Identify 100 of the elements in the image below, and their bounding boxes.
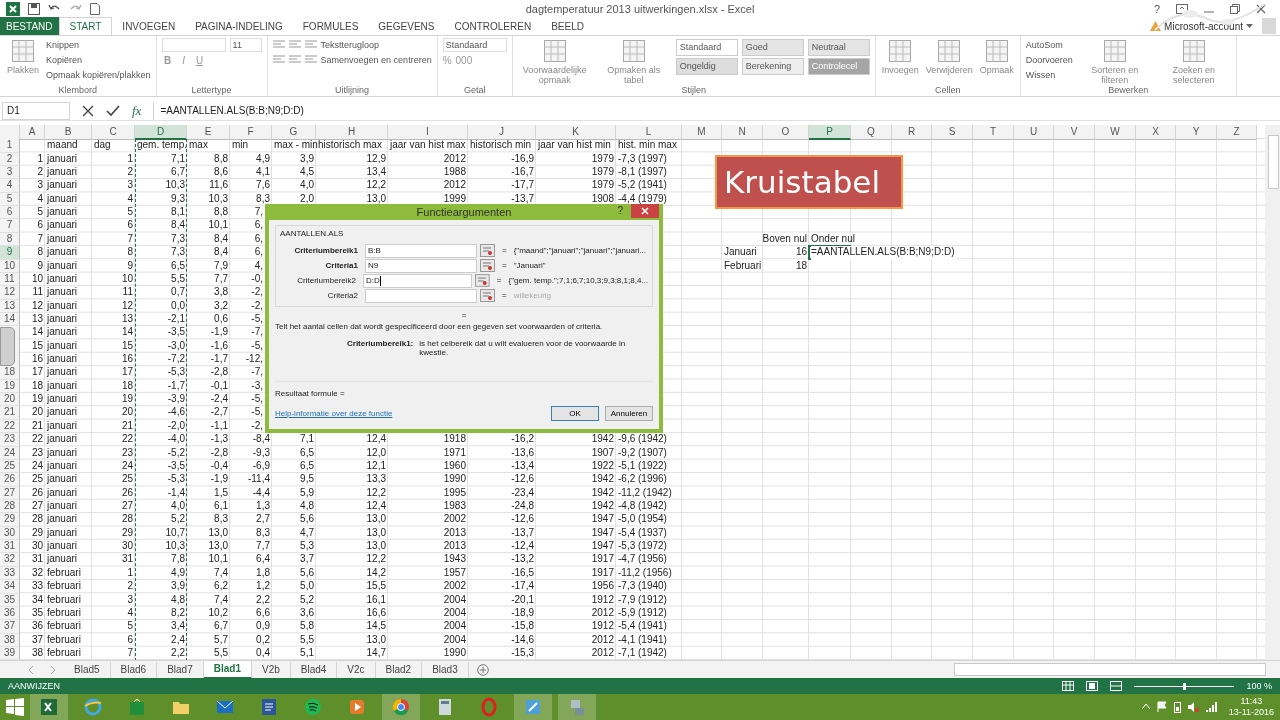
row-header[interactable]: 34: [0, 580, 20, 594]
range-picker-icon[interactable]: [480, 259, 495, 272]
row-header[interactable]: 4: [0, 179, 20, 193]
help-button[interactable]: ?: [1153, 2, 1160, 15]
ribbon-command[interactable]: Wissen: [1025, 70, 1056, 81]
column-header[interactable]: H: [316, 125, 388, 141]
sheet-tab[interactable]: Blad5: [64, 661, 111, 678]
account-menu[interactable]: Microsoft-account: [1164, 17, 1243, 35]
sheet-tab[interactable]: V2c: [337, 661, 376, 678]
zoom-thumb[interactable]: [1183, 682, 1187, 690]
column-header[interactable]: X: [1136, 125, 1176, 141]
row-header[interactable]: 18: [0, 366, 20, 380]
range-picker-icon[interactable]: [475, 274, 490, 287]
ribbon-command[interactable]: Zoeken en selecteren: [1156, 37, 1231, 85]
row-header[interactable]: 21: [0, 406, 20, 420]
ribbon-command[interactable]: Tekstterugloop: [320, 40, 380, 51]
column-header[interactable]: E: [187, 125, 230, 141]
column-header[interactable]: M: [682, 125, 722, 141]
add-sheet-icon[interactable]: [476, 663, 489, 676]
ribbon-tab[interactable]: CONTROLEREN: [444, 17, 542, 35]
ribbon-command[interactable]: Plakken: [5, 37, 41, 85]
row-header[interactable]: 9: [0, 246, 20, 260]
dropdown-field[interactable]: [161, 38, 226, 53]
page-layout-icon[interactable]: [1086, 681, 1099, 692]
row-header[interactable]: 12: [0, 286, 20, 300]
sheet-tab[interactable]: Blad2: [375, 661, 423, 678]
dialog-button[interactable]: OK: [551, 406, 599, 421]
column-header[interactable]: C: [92, 125, 135, 141]
name-box[interactable]: D1: [2, 101, 70, 120]
clock-date[interactable]: 13-11-2016: [1228, 706, 1274, 718]
sheet-tab[interactable]: Blad7: [157, 661, 204, 678]
column-header[interactable]: Q: [851, 125, 892, 141]
restore-icon[interactable]: [1230, 3, 1240, 14]
cell-style-swatch[interactable]: Goed: [741, 38, 804, 56]
cell-style-swatch[interactable]: Standaard: [675, 38, 738, 56]
clock-time[interactable]: 11:43: [1240, 695, 1263, 707]
sheet-tab[interactable]: Blad3: [422, 661, 469, 678]
row-header[interactable]: 26: [0, 473, 20, 487]
insert-function-button[interactable]: fx: [132, 102, 142, 119]
column-header[interactable]: B: [45, 125, 92, 141]
row-header[interactable]: 31: [0, 540, 20, 554]
column-header[interactable]: N: [722, 125, 763, 141]
chrome-icon[interactable]: [382, 693, 420, 720]
file-tab[interactable]: BESTAND: [0, 17, 59, 35]
ribbon-command[interactable]: Invoegen: [880, 37, 920, 85]
close-button[interactable]: [631, 204, 659, 218]
battery-icon[interactable]: [1173, 700, 1181, 713]
cell-style-swatch[interactable]: Neutraal: [807, 38, 870, 56]
row-header[interactable]: 1: [0, 139, 20, 153]
row-header[interactable]: 6: [0, 206, 20, 220]
ribbon-command[interactable]: Voorwaardelijke opmaak: [517, 37, 592, 85]
previous-sheet-icon[interactable]: [28, 665, 34, 674]
handle-menu[interactable]: [0, 327, 15, 366]
column-header[interactable]: R: [892, 125, 932, 141]
sheet-tab[interactable]: Blad4: [290, 661, 338, 678]
help-button[interactable]: ?: [617, 205, 623, 216]
ribbon-command[interactable]: Opmaken als tabel: [596, 37, 671, 85]
column-header[interactable]: F: [230, 125, 272, 141]
formula-field[interactable]: =AANTALLEN.ALS(B:B;N9;D:D): [153, 101, 1280, 120]
ribbon-command[interactable]: Doorvoeren: [1025, 55, 1073, 66]
ribbon-tab[interactable]: INVOEGEN: [112, 17, 186, 35]
column-header[interactable]: G: [272, 125, 316, 141]
row-header[interactable]: 20: [0, 393, 20, 407]
row-header[interactable]: 32: [0, 553, 20, 567]
spreadsheet-icon[interactable]: [30, 693, 68, 720]
column-header[interactable]: Y: [1176, 125, 1217, 141]
ribbon-command[interactable]: Opmaak kopiëren/plakken: [46, 70, 151, 81]
ribbon-tab[interactable]: FORMULES: [292, 17, 369, 35]
next-sheet-icon[interactable]: [50, 665, 56, 674]
flag-icon[interactable]: [1155, 700, 1168, 713]
column-header[interactable]: P: [809, 125, 851, 141]
sheet-tab[interactable]: V2b: [251, 661, 291, 678]
column-header[interactable]: L: [616, 125, 682, 141]
normal-view-icon[interactable]: [1062, 681, 1075, 692]
column-header[interactable]: S: [932, 125, 973, 141]
ribbon-tab[interactable]: START: [58, 17, 113, 35]
range-picker-icon[interactable]: [480, 244, 495, 257]
ribbon-command[interactable]: Opmaak: [978, 37, 1015, 85]
ribbon-command[interactable]: AutoSom: [1025, 40, 1063, 51]
column-header[interactable]: A: [20, 125, 45, 141]
dropdown-field[interactable]: Standaard: [442, 38, 507, 53]
column-header[interactable]: W: [1095, 125, 1136, 141]
horizontal-scrollbar[interactable]: [954, 663, 1266, 677]
argument-field[interactable]: [365, 288, 477, 303]
vertical-scrollbar[interactable]: [1265, 125, 1280, 661]
windows-icon[interactable]: [6, 697, 24, 716]
title-shape[interactable]: Kruistabel: [715, 155, 903, 209]
column-header[interactable]: K: [536, 125, 616, 141]
column-header[interactable]: D: [135, 125, 187, 141]
column-header[interactable]: U: [1014, 125, 1054, 141]
dialog-button[interactable]: Annuleren: [605, 406, 653, 421]
column-header[interactable]: V: [1054, 125, 1095, 141]
column-header[interactable]: I: [388, 125, 468, 141]
ribbon-tab[interactable]: GEGEVENS: [368, 17, 445, 35]
column-header[interactable]: Z: [1217, 125, 1257, 141]
page-break-icon[interactable]: [1110, 681, 1123, 692]
size-field[interactable]: 11: [229, 38, 262, 53]
ribbon-command[interactable]: Sorteren en filteren: [1077, 37, 1152, 85]
ribbon-command[interactable]: Knippen: [46, 40, 80, 51]
ribbon-command[interactable]: Verwijderen: [924, 37, 974, 85]
